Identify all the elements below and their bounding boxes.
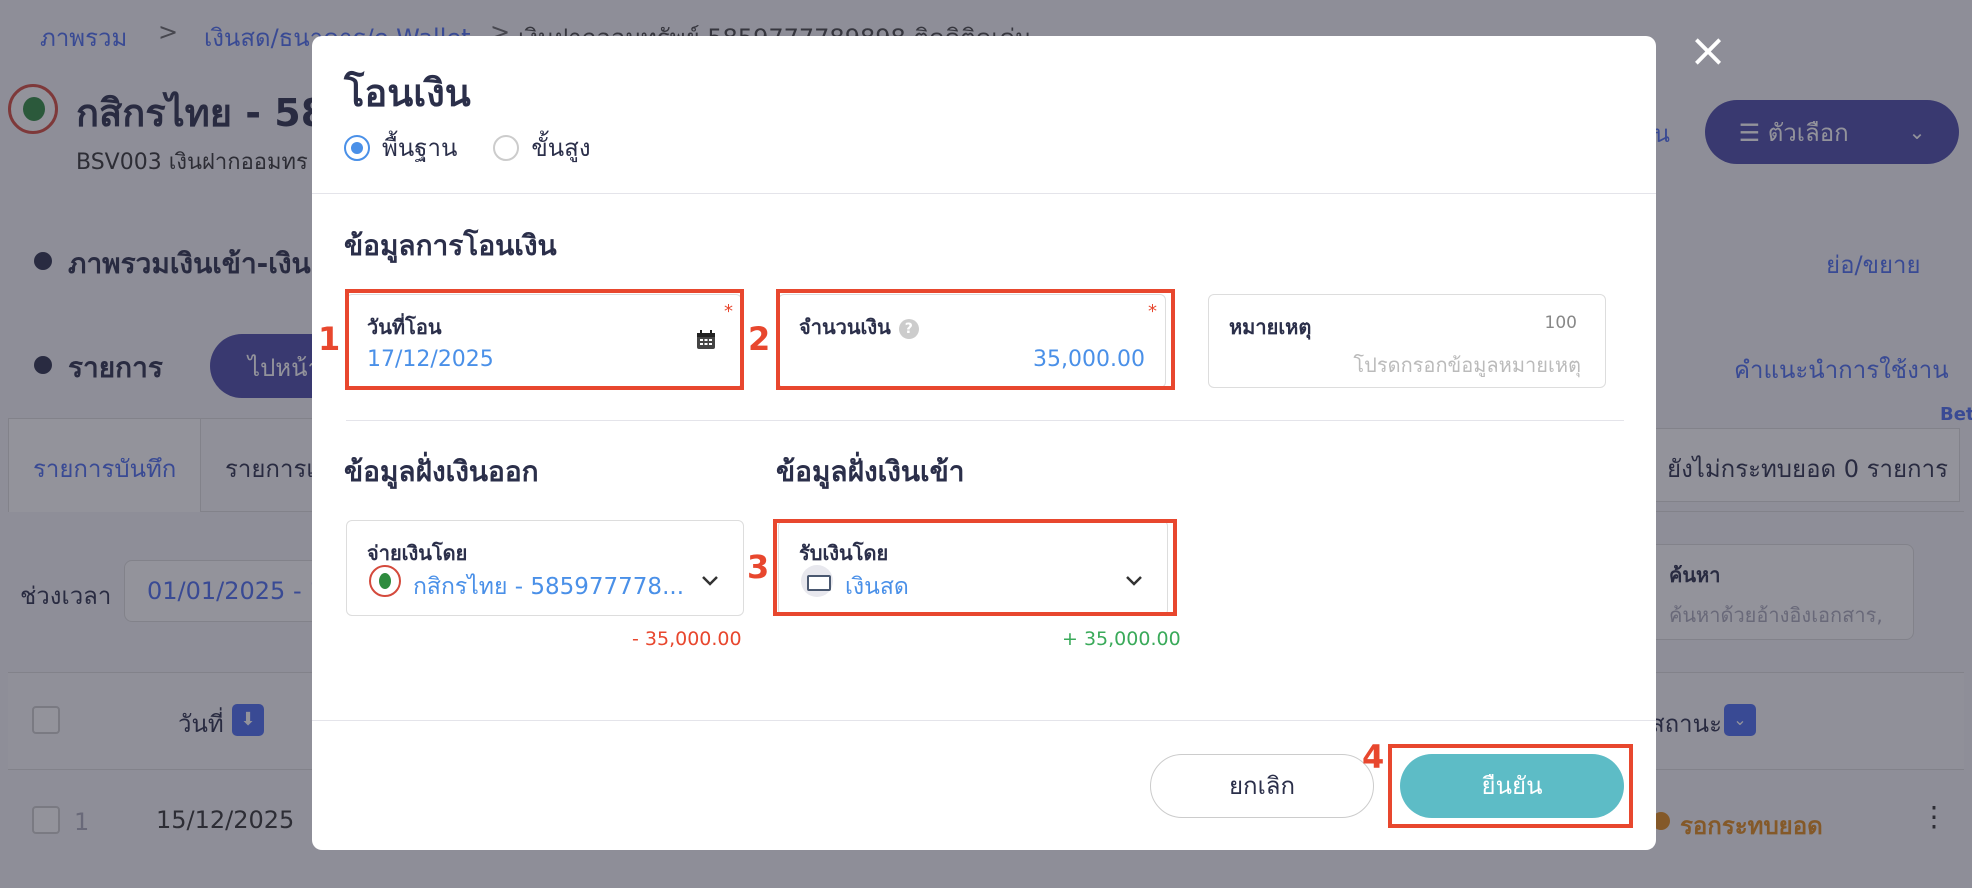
annotation-box-1 bbox=[345, 289, 744, 390]
annotation-box-3 bbox=[773, 519, 1177, 616]
cancel-button[interactable]: ยกเลิก bbox=[1150, 754, 1374, 818]
kbank-logo-icon bbox=[369, 565, 401, 597]
divider bbox=[312, 720, 1656, 721]
pay-by-select[interactable]: จ่ายเงินโดย กสิกรไทย - 585977778... bbox=[346, 520, 744, 616]
close-icon[interactable]: × bbox=[1688, 27, 1728, 73]
amount-out: - 35,000.00 bbox=[632, 628, 742, 650]
mode-selector: พื้นฐาน ขั้นสูง bbox=[344, 128, 591, 167]
mode-advanced-radio[interactable]: ขั้นสูง bbox=[493, 128, 591, 167]
note-field[interactable]: หมายเหตุ 100 โปรดกรอกข้อมูลหมายเหตุ bbox=[1208, 294, 1606, 388]
divider bbox=[346, 420, 1624, 421]
annotation-number-2: 2 bbox=[748, 320, 771, 358]
annotation-box-4 bbox=[1388, 744, 1633, 828]
amount-in: + 35,000.00 bbox=[1062, 628, 1181, 650]
mode-basic-radio[interactable]: พื้นฐาน bbox=[344, 128, 457, 167]
annotation-number-3: 3 bbox=[747, 548, 770, 586]
annotation-number-1: 1 bbox=[318, 320, 341, 358]
transfer-section-title: ข้อมูลการโอนเงิน bbox=[344, 229, 557, 262]
transfer-modal: โอนเงิน พื้นฐาน ขั้นสูง ข้อมูลการโอนเงิน… bbox=[312, 36, 1656, 850]
mode-advanced-label: ขั้นสูง bbox=[531, 134, 591, 162]
radio-selected-icon bbox=[344, 134, 370, 161]
divider bbox=[312, 193, 1656, 194]
note-placeholder: โปรดกรอกข้อมูลหมายเหตุ bbox=[1353, 353, 1581, 377]
radio-unselected-icon bbox=[493, 134, 520, 161]
incoming-section-title: ข้อมูลฝั่งเงินเข้า bbox=[776, 455, 965, 488]
note-label: หมายเหตุ bbox=[1229, 315, 1312, 339]
annotation-number-4: 4 bbox=[1362, 738, 1385, 776]
pay-by-value: กสิกรไทย - 585977778... bbox=[413, 574, 685, 600]
annotation-box-2 bbox=[776, 289, 1175, 390]
note-char-counter: 100 bbox=[1544, 313, 1577, 333]
mode-basic-label: พื้นฐาน bbox=[382, 134, 458, 162]
modal-title: โอนเงิน bbox=[344, 71, 471, 115]
chevron-down-icon bbox=[702, 576, 718, 586]
outgoing-section-title: ข้อมูลฝั่งเงินออก bbox=[344, 455, 539, 488]
